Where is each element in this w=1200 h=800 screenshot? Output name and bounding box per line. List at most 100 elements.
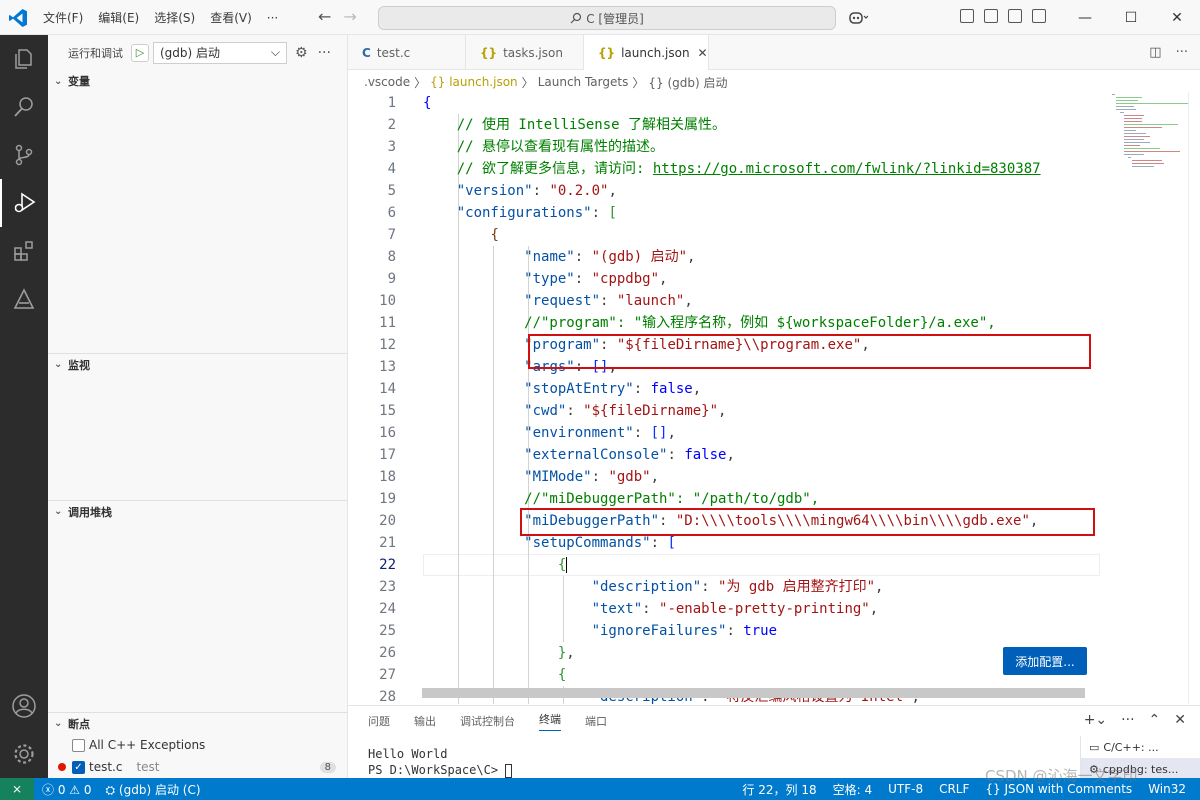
tab-tasks-json[interactable]: {} tasks.json xyxy=(466,35,584,70)
platform[interactable]: Win32 xyxy=(1148,782,1186,796)
extensions-icon[interactable] xyxy=(0,227,48,275)
breakpoint-row[interactable]: ✓ test.c test 8 xyxy=(48,756,348,778)
toggle-secondary-sidebar-icon[interactable] xyxy=(1032,9,1046,23)
copilot-icon[interactable] xyxy=(848,9,869,28)
close-window-icon[interactable]: ✕ xyxy=(1154,0,1200,35)
line-number: 18 xyxy=(379,469,396,485)
c-file-icon: C xyxy=(362,45,371,60)
account-icon[interactable] xyxy=(0,682,48,730)
add-configuration-button[interactable]: 添加配置... xyxy=(1003,647,1087,675)
encoding[interactable]: UTF-8 xyxy=(888,782,923,796)
breadcrumb-item[interactable]: {} (gdb) 启动 xyxy=(648,74,727,91)
end-of-line[interactable]: CRLF xyxy=(939,782,969,796)
menu-file[interactable]: 文件(F) xyxy=(43,9,83,26)
toggle-sidebar-icon[interactable] xyxy=(984,9,998,23)
debug-config-value: (gdb) 启动 xyxy=(160,46,221,60)
json-file-icon: {} xyxy=(598,45,616,60)
tab-problems[interactable]: 问题 xyxy=(368,713,390,729)
breadcrumb-separator: 〉 xyxy=(414,75,427,90)
more-actions-icon[interactable]: ··· xyxy=(1121,712,1134,728)
callstack-section: ⌄ 调用堆栈 xyxy=(48,500,348,522)
watch-header[interactable]: ⌄ 监视 xyxy=(48,353,348,375)
tab-debug-console[interactable]: 调试控制台 xyxy=(460,713,515,729)
new-terminal-plus-icon[interactable]: +⌄ xyxy=(1084,712,1107,728)
variables-section: ⌄ 变量 xyxy=(48,70,348,92)
minimap[interactable] xyxy=(1108,92,1188,704)
explorer-icon[interactable] xyxy=(0,35,48,83)
tab-launch-json[interactable]: {} launch.json ✕ xyxy=(584,35,709,70)
layout-controls xyxy=(960,9,1046,23)
forward-arrow-icon[interactable]: → xyxy=(343,8,356,26)
terminal-prompt: PS D:\WorkSpace\C> xyxy=(368,763,506,777)
code-line: "version": "0.2.0", xyxy=(456,183,617,199)
close-tab-icon[interactable]: ✕ xyxy=(698,46,708,60)
tab-label: tasks.json xyxy=(503,45,563,60)
breadcrumb-item[interactable]: Launch Targets xyxy=(538,75,629,89)
line-number: 12 xyxy=(379,337,396,353)
line-number: 25 xyxy=(379,623,396,639)
line-number: 10 xyxy=(379,293,396,309)
maximize-icon[interactable]: ☐ xyxy=(1108,0,1154,35)
variables-header[interactable]: ⌄ 变量 xyxy=(48,70,348,92)
maximize-panel-chevron-icon[interactable]: ⌃ xyxy=(1149,712,1161,728)
search-view-icon[interactable] xyxy=(0,83,48,131)
menu-edit[interactable]: 编辑(E) xyxy=(98,9,139,26)
terminal-list-item[interactable]: ▭ C/C++: ... xyxy=(1081,736,1200,758)
more-actions-icon[interactable]: ··· xyxy=(318,45,331,61)
breadcrumb-item[interactable]: .vscode xyxy=(364,75,410,89)
open-launch-json-gear-icon[interactable]: ⚙ xyxy=(295,45,308,61)
breakpoint-label: All C++ Exceptions xyxy=(89,738,206,752)
problems-status[interactable]: ⓧ 0 ⚠ 0 xyxy=(42,781,92,798)
chevron-down-icon: ⌄ xyxy=(54,75,63,87)
breadcrumb-item[interactable]: {} launch.json xyxy=(430,75,518,89)
tab-test-c[interactable]: C test.c xyxy=(348,35,466,70)
start-debugging-button[interactable]: ▷ xyxy=(131,43,149,62)
cursor-position[interactable]: 行 22，列 18 xyxy=(742,781,816,798)
window-controls: — ☐ ✕ xyxy=(1062,0,1200,35)
chevron-down-icon: ⌵ xyxy=(270,45,280,59)
line-number: 13 xyxy=(379,359,396,375)
sidebar-header: 运行和调试 ▷ (gdb) 启动 ⌵ ⚙ ··· xyxy=(48,35,347,70)
menu-more[interactable]: ··· xyxy=(267,11,278,25)
debug-status[interactable]: ⛭ (gdb) 启动 (C) xyxy=(106,781,201,798)
customize-layout-icon[interactable] xyxy=(960,9,974,23)
breakpoint-checkbox[interactable]: ✓ xyxy=(72,760,85,774)
breakpoints-header[interactable]: ⌄ 断点 xyxy=(48,712,348,734)
debug-config-select[interactable]: (gdb) 启动 ⌵ xyxy=(153,41,287,64)
vertical-scrollbar[interactable] xyxy=(1188,92,1200,704)
source-control-icon[interactable] xyxy=(0,131,48,179)
remote-triangle-icon[interactable] xyxy=(0,275,48,323)
command-center-search[interactable]: C [管理员] xyxy=(378,6,836,30)
run-and-debug-icon[interactable] xyxy=(0,179,48,227)
callstack-header[interactable]: ⌄ 调用堆栈 xyxy=(48,500,348,522)
terminal-cursor xyxy=(505,763,513,778)
tab-ports[interactable]: 端口 xyxy=(585,713,607,729)
code-editor[interactable]: 1 2 3 4 5 6 7 8 9 10 11 12 13 14 15 16 1… xyxy=(348,92,1108,704)
line-number: 26 xyxy=(379,645,396,661)
code-line: //"miDebuggerPath": "/path/to/gdb", xyxy=(423,491,820,507)
close-panel-icon[interactable]: ✕ xyxy=(1174,712,1186,728)
code-line: //"program": "输入程序名称，例如 ${workspaceFolde… xyxy=(423,315,996,331)
warning-count: 0 xyxy=(83,782,92,797)
menu-view[interactable]: 查看(V) xyxy=(210,9,252,26)
toggle-panel-icon[interactable] xyxy=(1008,9,1022,23)
more-actions-icon[interactable]: ··· xyxy=(1176,45,1188,60)
line-number-current: 22 xyxy=(379,557,396,573)
minimize-icon[interactable]: — xyxy=(1062,0,1108,35)
search-icon xyxy=(570,12,582,24)
breakpoint-checkbox[interactable] xyxy=(72,738,85,752)
split-editor-icon[interactable]: ◫ xyxy=(1149,45,1161,60)
tab-actions: ◫ ··· xyxy=(1149,45,1188,60)
line-number: 3 xyxy=(387,139,396,155)
manage-gear-icon[interactable] xyxy=(0,730,48,778)
indentation[interactable]: 空格: 4 xyxy=(833,781,873,798)
tab-output[interactable]: 输出 xyxy=(414,713,436,729)
terminal-output[interactable]: Hello World PS D:\WorkSpace\C> xyxy=(368,746,513,778)
remote-indicator-icon[interactable]: ⨯ xyxy=(0,778,34,800)
menu-selection[interactable]: 选择(S) xyxy=(154,9,195,26)
breakpoint-row[interactable]: All C++ Exceptions xyxy=(48,734,348,756)
back-arrow-icon[interactable]: ← xyxy=(318,8,331,26)
horizontal-scrollbar[interactable] xyxy=(422,688,1085,698)
play-icon: ▷ xyxy=(135,46,145,59)
tab-terminal[interactable]: 终端 xyxy=(539,711,561,731)
